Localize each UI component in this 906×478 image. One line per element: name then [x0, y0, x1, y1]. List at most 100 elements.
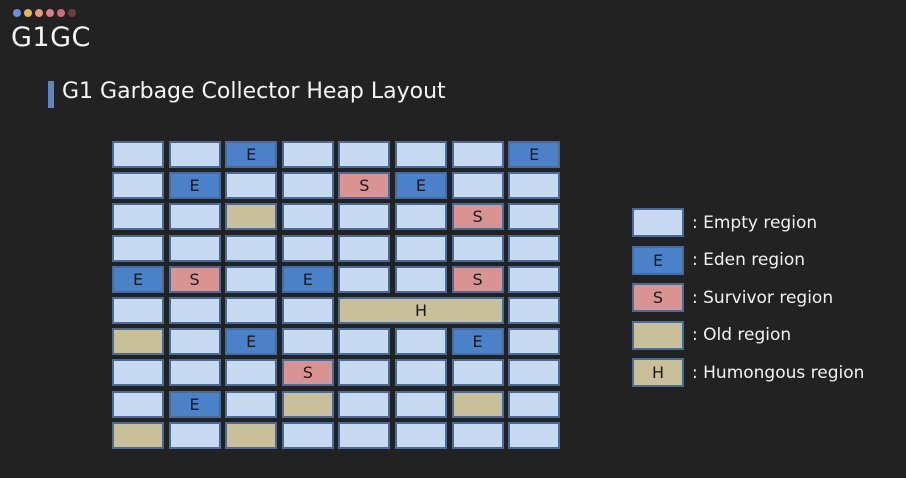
eden-region: E: [168, 390, 221, 418]
empty-region: [168, 328, 221, 356]
empty-region: [508, 234, 561, 262]
window-dot: [57, 9, 65, 17]
empty-region: [508, 390, 561, 418]
empty-region: [508, 421, 561, 449]
legend-swatch-survivor: S: [632, 283, 684, 313]
legend: : Empty region E : Eden region S : Survivor …: [632, 208, 864, 396]
eden-region: E: [451, 328, 504, 356]
survivor-region: S: [451, 203, 504, 231]
empty-region: [168, 296, 221, 324]
empty-region: [281, 141, 334, 168]
window-dot: [13, 9, 21, 17]
window-dot: [35, 9, 43, 17]
old-region: [281, 390, 334, 418]
empty-region: [394, 390, 447, 418]
empty-region: [451, 359, 504, 387]
empty-region: [338, 390, 391, 418]
legend-label: : Old region: [692, 325, 792, 346]
empty-region: [112, 296, 164, 324]
old-region: [225, 203, 278, 231]
empty-region: [281, 296, 334, 324]
empty-region: [508, 203, 561, 231]
empty-region: [281, 203, 334, 231]
empty-region: [338, 141, 391, 168]
empty-region: [225, 296, 278, 324]
survivor-region: S: [281, 359, 334, 387]
legend-swatch-eden: E: [632, 245, 684, 275]
legend-item-old: : Old region: [632, 320, 864, 350]
old-region: [112, 421, 164, 449]
window-dots: [13, 9, 76, 17]
empty-region: [112, 172, 164, 200]
legend-swatch-old: [632, 320, 684, 350]
empty-region: [508, 359, 561, 387]
eden-region: E: [508, 141, 561, 168]
empty-region: [112, 203, 164, 231]
empty-region: [394, 265, 447, 293]
legend-item-survivor: S : Survivor region: [632, 283, 864, 313]
empty-region: [508, 328, 561, 356]
old-region: [451, 390, 504, 418]
empty-region: [281, 421, 334, 449]
empty-region: [394, 203, 447, 231]
legend-label: : Survivor region: [692, 287, 834, 308]
empty-region: [225, 359, 278, 387]
empty-region: [112, 141, 164, 168]
legend-label: : Empty region: [692, 212, 818, 233]
legend-item-empty: : Empty region: [632, 208, 864, 237]
empty-region: [338, 328, 391, 356]
legend-label: : Humongous region: [692, 362, 865, 383]
empty-region: [451, 141, 504, 168]
empty-region: [508, 172, 561, 200]
heap-region-grid: EEESESESESHEESE: [112, 141, 561, 452]
legend-swatch-empty: [632, 208, 684, 237]
empty-region: [225, 265, 278, 293]
empty-region: [168, 421, 221, 449]
eden-region: E: [225, 141, 278, 168]
heading-accent-bar: [48, 81, 54, 108]
survivor-region: S: [451, 265, 504, 293]
empty-region: [394, 359, 447, 387]
empty-region: [338, 203, 391, 231]
empty-region: [112, 359, 164, 387]
empty-region: [451, 172, 504, 200]
empty-region: [508, 296, 561, 324]
survivor-region: S: [168, 265, 221, 293]
empty-region: [112, 390, 164, 418]
page-title: G1GC: [11, 22, 91, 53]
empty-region: [225, 390, 278, 418]
empty-region: [168, 203, 221, 231]
empty-region: [168, 359, 221, 387]
legend-label: : Eden region: [692, 250, 806, 271]
empty-region: [281, 172, 334, 200]
empty-region: [394, 141, 447, 168]
empty-region: [281, 328, 334, 356]
humongous-region: H: [338, 296, 504, 324]
eden-region: E: [225, 328, 278, 356]
window-dot: [68, 9, 76, 17]
empty-region: [112, 234, 164, 262]
empty-region: [394, 421, 447, 449]
window-dot: [46, 9, 54, 17]
empty-region: [168, 141, 221, 168]
empty-region: [225, 234, 278, 262]
empty-region: [508, 265, 561, 293]
empty-region: [451, 421, 504, 449]
empty-region: [225, 172, 278, 200]
empty-region: [338, 265, 391, 293]
old-region: [225, 421, 278, 449]
empty-region: [394, 234, 447, 262]
empty-region: [394, 328, 447, 356]
window-dot: [24, 9, 32, 17]
legend-item-eden: E : Eden region: [632, 245, 864, 275]
legend-swatch-humongous: H: [632, 358, 684, 388]
old-region: [112, 328, 164, 356]
empty-region: [451, 234, 504, 262]
legend-item-humongous: H : Humongous region: [632, 358, 865, 388]
empty-region: [338, 421, 391, 449]
empty-region: [281, 234, 334, 262]
diagram-heading: G1 Garbage Collector Heap Layout: [62, 79, 446, 104]
eden-region: E: [281, 265, 334, 293]
empty-region: [338, 359, 391, 387]
eden-region: E: [394, 172, 447, 200]
